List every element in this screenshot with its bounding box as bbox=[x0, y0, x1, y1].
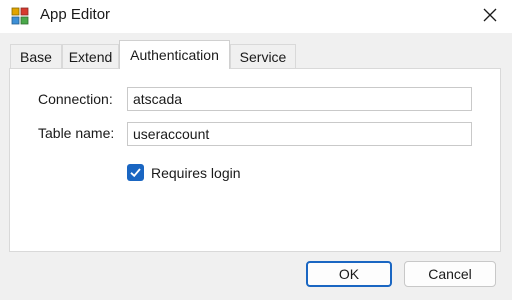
tab-service[interactable]: Service bbox=[230, 44, 296, 68]
tab-label: Base bbox=[20, 48, 52, 65]
tab-extend[interactable]: Extend bbox=[62, 44, 119, 68]
table-name-label: Table name: bbox=[38, 125, 115, 141]
close-button[interactable] bbox=[468, 0, 512, 33]
ok-button-label: OK bbox=[338, 266, 360, 282]
tab-label: Authentication bbox=[130, 47, 219, 63]
cancel-button-label: Cancel bbox=[428, 266, 472, 282]
app-editor-icon bbox=[11, 7, 29, 25]
connection-input[interactable] bbox=[127, 87, 472, 111]
requires-login-checkbox[interactable]: Requires login bbox=[127, 164, 241, 181]
app-editor-dialog: App Editor Base Extend Authentication Se… bbox=[0, 0, 512, 300]
title-bar[interactable]: App Editor bbox=[0, 0, 512, 33]
tab-label: Service bbox=[239, 48, 287, 65]
window-title: App Editor bbox=[40, 6, 111, 23]
tab-label: Extend bbox=[68, 48, 113, 65]
connection-label: Connection: bbox=[38, 91, 113, 107]
ok-button[interactable]: OK bbox=[306, 261, 392, 287]
close-icon bbox=[483, 8, 497, 25]
tab-base[interactable]: Base bbox=[10, 44, 62, 68]
tab-authentication[interactable]: Authentication bbox=[119, 40, 230, 69]
requires-login-label: Requires login bbox=[151, 164, 241, 181]
table-name-input[interactable] bbox=[127, 122, 472, 146]
tab-strip: Base Extend Authentication Service bbox=[10, 40, 502, 69]
cancel-button[interactable]: Cancel bbox=[404, 261, 496, 287]
checkbox-checked-icon[interactable] bbox=[127, 164, 144, 181]
